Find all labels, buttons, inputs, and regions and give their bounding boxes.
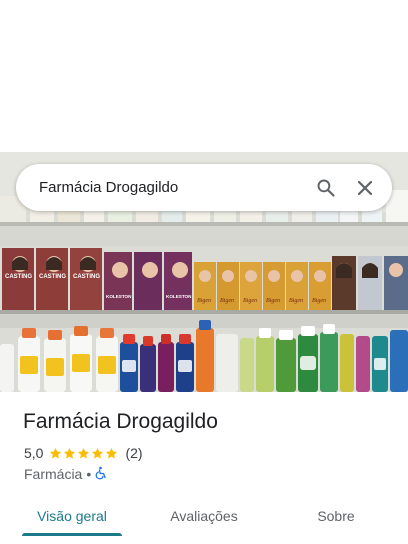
review-count[interactable]: (2) [125, 445, 142, 461]
star-icon [78, 447, 90, 458]
photo-box-label: Bigen [312, 298, 326, 304]
search-input[interactable]: Farmácia Drogagildo [39, 179, 314, 196]
rating-value: 5,0 [24, 445, 44, 461]
star-icon [50, 447, 62, 458]
photo-box-label: CASTING [39, 274, 66, 280]
star-icon [64, 447, 76, 458]
photo-box-label: CASTING [73, 274, 100, 280]
tab-reviews[interactable]: Avaliações [144, 496, 264, 536]
place-details-page: CASTING CASTING CASTING KOLESTON KOLESTO… [0, 0, 408, 544]
place-category: Farmácia [24, 466, 83, 482]
close-icon[interactable] [353, 176, 377, 200]
category-row: Farmácia • [24, 465, 107, 483]
star-icon [106, 447, 118, 458]
star-rating [49, 447, 119, 460]
photo-box-label: Bigen [197, 298, 211, 304]
photo-box-label: CASTING [5, 274, 32, 280]
tab-label: Avaliações [170, 508, 238, 524]
photo-box-label: KOLESTON [106, 294, 132, 299]
tab-about[interactable]: Sobre [264, 496, 408, 536]
tab-overview[interactable]: Visão geral [0, 496, 144, 536]
separator-dot: • [86, 466, 92, 482]
photo-box-label: Bigen [266, 298, 280, 304]
search-icon[interactable] [314, 176, 338, 200]
tab-label: Sobre [317, 508, 355, 524]
place-tabs: Visão geral Avaliações Sobre [0, 496, 408, 536]
photo-box-label: KOLESTON [166, 294, 192, 299]
wheelchair-icon[interactable] [95, 466, 107, 483]
tab-label: Visão geral [37, 508, 107, 524]
place-title: Farmácia Drogagildo [23, 410, 218, 433]
star-icon [92, 447, 104, 458]
search-bar[interactable]: Farmácia Drogagildo [16, 164, 392, 211]
photo-box-label: Bigen [243, 298, 257, 304]
active-tab-indicator [22, 533, 122, 536]
rating-row[interactable]: 5,0 (2) [24, 444, 143, 462]
photo-box-label: Bigen [220, 298, 234, 304]
photo-box-label: Bigen [289, 298, 303, 304]
